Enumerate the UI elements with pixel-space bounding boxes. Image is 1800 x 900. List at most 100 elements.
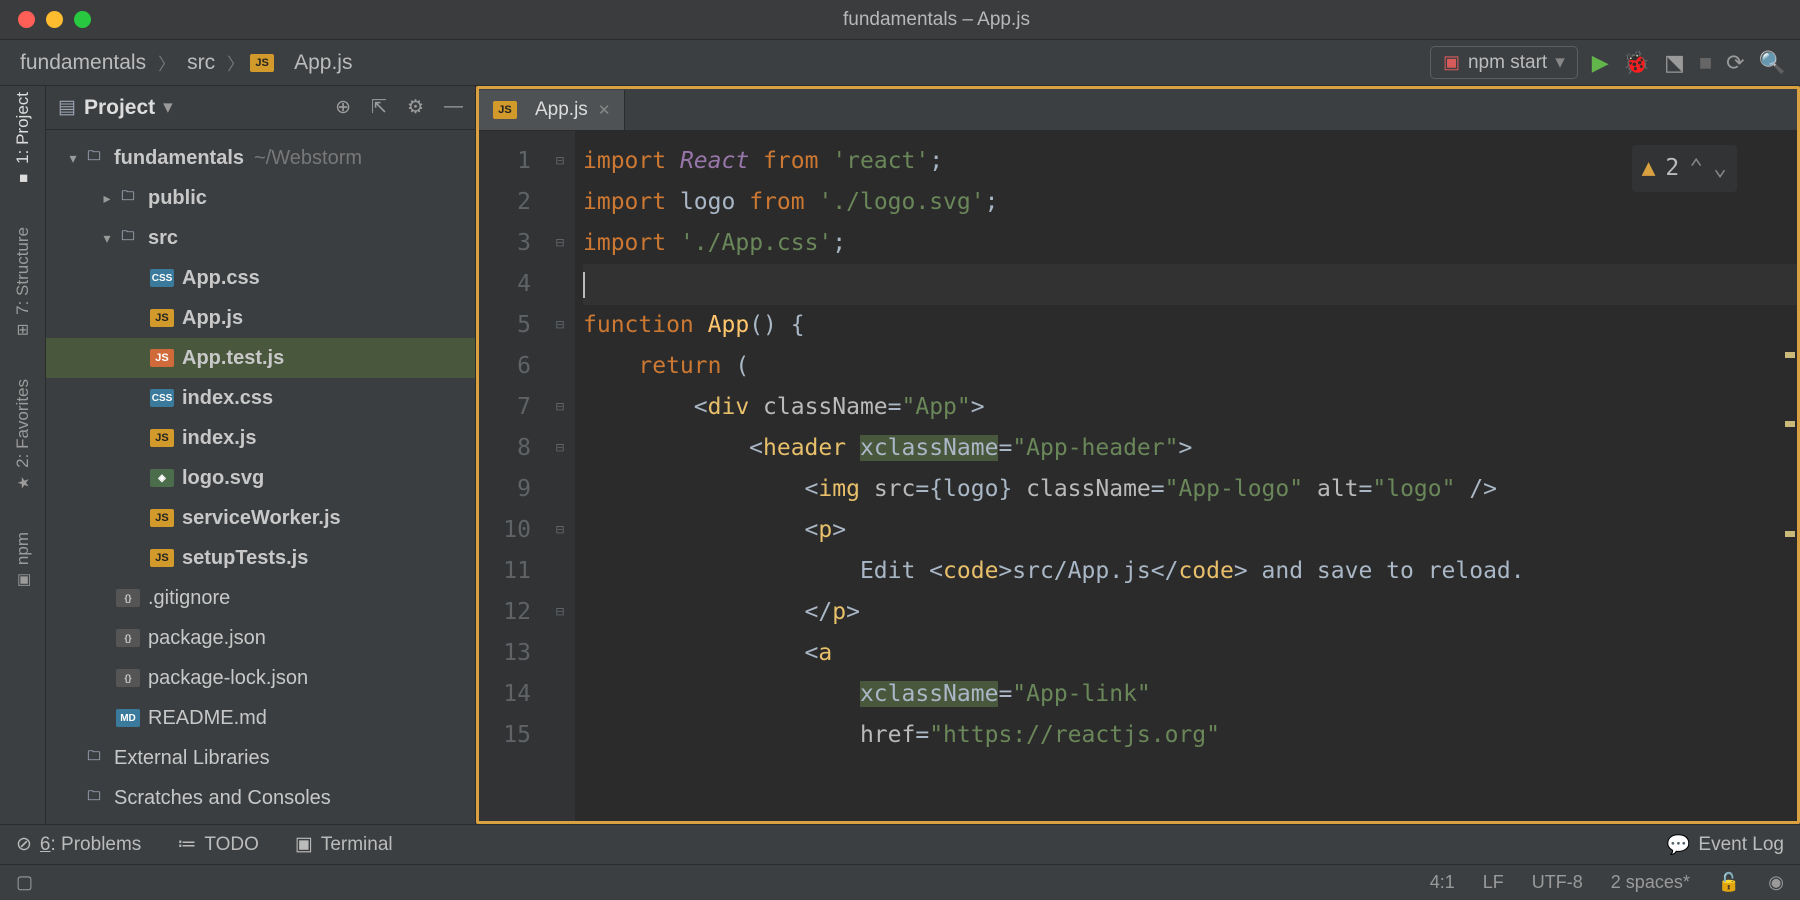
tree-row[interactable]: {}package.json xyxy=(46,618,475,658)
line-separator[interactable]: LF xyxy=(1483,872,1504,893)
tree-item-label: External Libraries xyxy=(114,747,270,770)
tree-row[interactable]: JS serviceWorker.js xyxy=(46,498,475,538)
line-number-gutter[interactable]: 123456789101112131415 xyxy=(479,131,545,821)
error-stripe[interactable] xyxy=(1781,131,1797,821)
chevron-down-icon[interactable]: ▾ xyxy=(163,96,173,119)
project-view-icon: ▤ xyxy=(58,96,76,119)
run-configuration-selector[interactable]: ▣ npm start ▾ xyxy=(1430,46,1578,79)
tree-row[interactable]: ▸🗀public xyxy=(46,178,475,218)
js-file-icon: JS xyxy=(493,101,517,119)
settings-icon[interactable]: ⚙ xyxy=(407,96,424,119)
inspection-widget[interactable]: ▲ 2 ⌃ ⌄ xyxy=(1632,145,1737,192)
tree-twistie[interactable]: ▾ xyxy=(98,230,116,247)
search-everywhere-button[interactable]: 🔍 xyxy=(1759,50,1786,76)
tree-item-hint: ~/Webstorm xyxy=(254,147,362,170)
breadcrumb-item[interactable]: fundamentals xyxy=(14,49,152,77)
editor-tabs: JS App.js ✕ xyxy=(479,89,1797,131)
tree-row[interactable]: ▾🗀 fundamentals ~/Webstorm xyxy=(46,138,475,178)
close-tab-icon[interactable]: ✕ xyxy=(598,101,611,119)
tree-item-label: fundamentals xyxy=(114,147,244,170)
tree-item-label: package.json xyxy=(148,627,266,650)
tree-twistie[interactable]: ▸ xyxy=(98,190,116,207)
tree-row[interactable]: JSApp.test.js xyxy=(46,338,475,378)
editor-area: JS App.js ✕ 123456789101112131415 ⊟⊟⊟⊟⊟⊟… xyxy=(476,86,1800,824)
window-title: fundamentals – App.js xyxy=(91,9,1782,31)
svg-file-icon: ◈ xyxy=(150,469,174,487)
run-button[interactable]: ▶ xyxy=(1592,50,1609,76)
run-config-label: npm start xyxy=(1468,52,1547,74)
folder-icon: 🗀 xyxy=(82,749,106,767)
git-update-button[interactable]: ⟳ xyxy=(1726,50,1744,76)
tree-item-label: package-lock.json xyxy=(148,667,308,690)
favorites-tool-button[interactable]: ★2: Favorites xyxy=(13,379,33,492)
next-highlight-icon[interactable]: ⌄ xyxy=(1713,148,1727,189)
indent-settings[interactable]: 2 spaces* xyxy=(1611,872,1690,893)
collapse-all-icon[interactable]: ⇱ xyxy=(371,96,387,119)
breadcrumb-item[interactable]: src xyxy=(181,49,221,77)
tree-item-label: README.md xyxy=(148,707,267,730)
tree-item-label: serviceWorker.js xyxy=(182,507,341,530)
chevron-right-icon: 〉 xyxy=(158,50,175,75)
tree-row[interactable]: {}.gitignore xyxy=(46,578,475,618)
tree-row[interactable]: CSSApp.css xyxy=(46,258,475,298)
debug-button[interactable]: 🐞 xyxy=(1623,50,1650,76)
code-content[interactable]: import React from 'react';import logo fr… xyxy=(575,131,1797,821)
coverage-button[interactable]: ⬔ xyxy=(1664,50,1685,76)
chevron-down-icon: ▾ xyxy=(1555,51,1565,74)
file-encoding[interactable]: UTF-8 xyxy=(1532,872,1583,893)
tree-row[interactable]: 🗀 Scratches and Consoles xyxy=(46,778,475,818)
json-file-icon: {} xyxy=(116,589,140,607)
problems-tool-button[interactable]: ⊘ 6: Problems xyxy=(16,833,141,856)
breadcrumb-item[interactable]: App.js xyxy=(288,49,358,77)
project-tree[interactable]: ▾🗀fundamentals~/Webstorm▸🗀public▾🗀srcCSS… xyxy=(46,130,475,824)
readonly-lock-icon[interactable]: 🔓 xyxy=(1718,872,1740,893)
project-tool-button[interactable]: ■1: Project xyxy=(13,92,33,187)
editor-tab[interactable]: JS App.js ✕ xyxy=(479,90,625,130)
title-bar: fundamentals – App.js xyxy=(0,0,1800,40)
md-file-icon: MD xyxy=(116,709,140,727)
tree-row[interactable]: MD README.md xyxy=(46,698,475,738)
tree-row[interactable]: ▾🗀src xyxy=(46,218,475,258)
json-file-icon: {} xyxy=(116,669,140,687)
breadcrumb: fundamentals 〉 src 〉 JS App.js xyxy=(14,49,358,77)
code-editor[interactable]: 123456789101112131415 ⊟⊟⊟⊟⊟⊟⊟ import Rea… xyxy=(479,131,1797,821)
close-window-icon[interactable] xyxy=(18,11,35,28)
todo-tool-button[interactable]: ≔ TODO xyxy=(177,833,259,856)
tree-row[interactable]: CSSindex.css xyxy=(46,378,475,418)
npm-icon: ▣ xyxy=(1443,52,1460,73)
terminal-tool-button[interactable]: ▣ Terminal xyxy=(295,833,393,856)
memory-indicator-icon[interactable]: ◉ xyxy=(1768,872,1784,893)
tree-twistie[interactable]: ▾ xyxy=(64,150,82,167)
chevron-right-icon: 〉 xyxy=(227,50,244,75)
tree-row[interactable]: ◈logo.svg xyxy=(46,458,475,498)
tree-row[interactable]: JSindex.js xyxy=(46,418,475,458)
folder-icon: 🗀 xyxy=(82,149,106,167)
stop-button[interactable]: ■ xyxy=(1699,50,1712,76)
maximize-window-icon[interactable] xyxy=(74,11,91,28)
prev-highlight-icon[interactable]: ⌃ xyxy=(1689,148,1703,189)
js-file-icon: JS xyxy=(150,509,174,527)
warning-count: 2 xyxy=(1665,148,1679,189)
minimize-window-icon[interactable] xyxy=(46,11,63,28)
folder-icon: 🗀 xyxy=(82,789,106,807)
js-file-icon: JS xyxy=(150,429,174,447)
bottom-tool-bar: ⊘ 6: Problems ≔ TODO ▣ Terminal 💬 Event … xyxy=(0,824,1800,864)
navigation-bar: fundamentals 〉 src 〉 JS App.js ▣ npm sta… xyxy=(0,40,1800,86)
tree-row[interactable]: {} package-lock.json xyxy=(46,658,475,698)
event-log-button[interactable]: 💬 Event Log xyxy=(1667,833,1784,857)
locate-file-icon[interactable]: ⊕ xyxy=(335,96,351,119)
tree-item-label: App.css xyxy=(182,267,260,290)
npm-tool-button[interactable]: ▣npm xyxy=(13,532,33,589)
tree-row[interactable]: JSApp.js xyxy=(46,298,475,338)
tree-item-label: Scratches and Consoles xyxy=(114,787,331,810)
tab-label: App.js xyxy=(535,99,588,121)
caret-position[interactable]: 4:1 xyxy=(1430,872,1455,893)
js-file-icon: JS xyxy=(250,54,274,72)
structure-tool-button[interactable]: ⊞7: Structure xyxy=(13,227,33,339)
hide-panel-icon[interactable]: — xyxy=(444,96,463,119)
status-bar-left-icon[interactable]: ▢ xyxy=(16,872,33,893)
tree-row[interactable]: 🗀 External Libraries xyxy=(46,738,475,778)
tree-row[interactable]: JSsetupTests.js xyxy=(46,538,475,578)
fold-gutter[interactable]: ⊟⊟⊟⊟⊟⊟⊟ xyxy=(545,131,575,821)
sidebar-title[interactable]: Project xyxy=(84,96,155,120)
